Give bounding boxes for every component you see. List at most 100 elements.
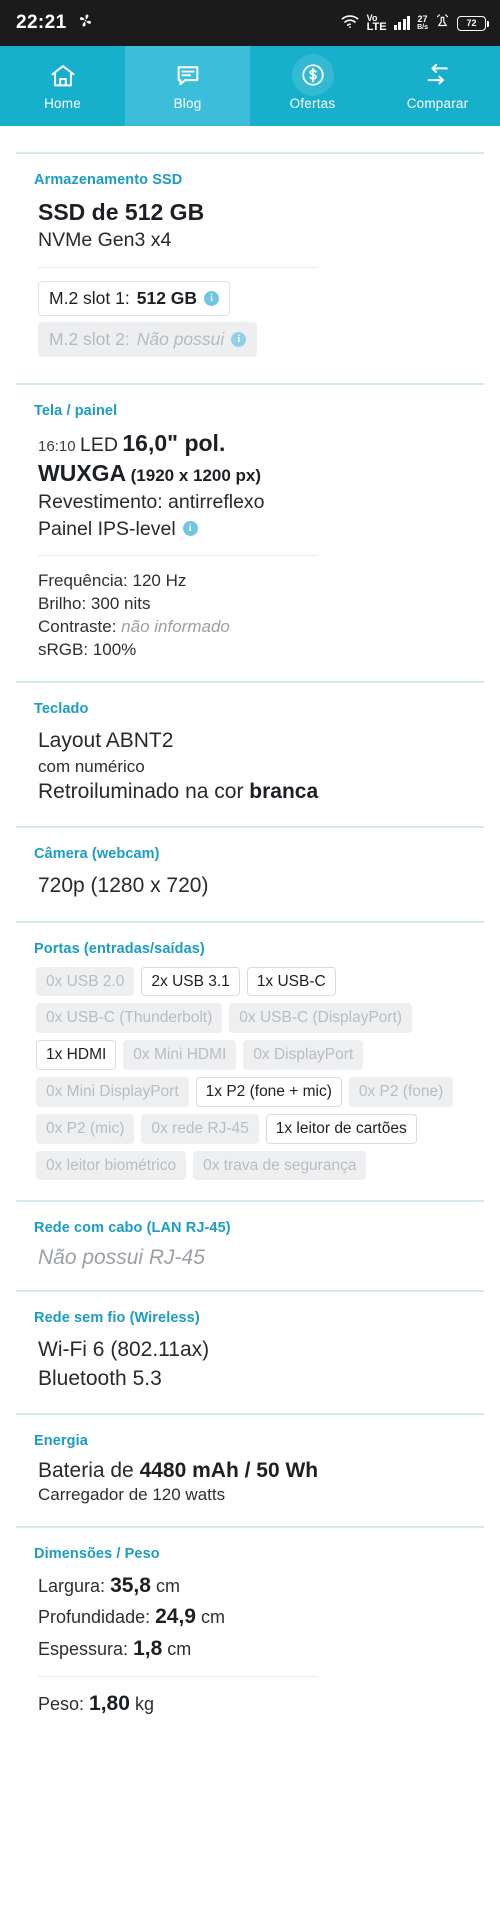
port-chip[interactable]: 1x leitor de cartões	[265, 1113, 417, 1144]
nav-item-home[interactable]: Home	[0, 46, 125, 126]
section-display: Tela / painel 16:10 LED 16,0" pol. WUXGA…	[0, 403, 500, 662]
port-chip[interactable]: 1x P2 (fone + mic)	[195, 1077, 342, 1107]
display-contrast-label: Contraste:	[38, 616, 117, 636]
port-chip[interactable]: 0x USB-C (Thunderbolt)	[36, 1003, 223, 1034]
compare-arrows-icon	[422, 61, 454, 91]
nav-label-blog: Blog	[173, 96, 202, 111]
section-camera: Câmera (webcam) 720p (1280 x 720)	[0, 846, 500, 900]
slot-2-value: Não possui	[136, 328, 225, 349]
width-label: Largura:	[38, 1575, 106, 1596]
depth-unit: cm	[201, 1607, 225, 1628]
storage-slot-1[interactable]: M.2 slot 1: 512 GB i	[38, 280, 231, 316]
home-icon	[48, 61, 78, 91]
section-power: Energia Bateria de 4480 mAh / 50 Wh Carr…	[0, 1433, 500, 1506]
port-chip[interactable]: 0x USB-C (DisplayPort)	[229, 1003, 413, 1034]
display-resolution-px: (1920 x 1200 px)	[130, 466, 262, 485]
section-ports: Portas (entradas/saídas) 0x USB 2.0 2x U…	[0, 941, 500, 1181]
section-title-wireless: Rede sem fio (Wireless)	[34, 1310, 200, 1327]
wifi-icon	[340, 13, 360, 34]
keyboard-backlight-prefix: Retroiluminado na cor	[38, 780, 244, 804]
port-chip[interactable]: 1x HDMI	[36, 1040, 117, 1071]
status-bar: 22:21 Vo LTE 27 B/s 72	[0, 0, 500, 46]
network-speed: 27 B/s	[417, 14, 428, 32]
wireless-bluetooth: Bluetooth 5.3	[38, 1366, 162, 1390]
dimension-thickness-row: Espessura: 1,8 cm	[38, 1635, 466, 1664]
power-battery-prefix: Bateria de	[38, 1458, 134, 1482]
nav-label-comparar: Comparar	[406, 96, 469, 111]
display-srgb: sRGB: 100%	[38, 640, 137, 660]
wireless-wifi: Wi-Fi 6 (802.11ax)	[38, 1338, 210, 1362]
port-chip[interactable]: 0x Mini DisplayPort	[36, 1077, 189, 1107]
status-bar-right: Vo LTE 27 B/s 72	[340, 13, 489, 34]
depth-label: Profundidade:	[38, 1607, 151, 1628]
weight-unit: kg	[134, 1694, 154, 1715]
port-chip[interactable]: 1x USB-C	[246, 966, 336, 997]
section-title-storage: Armazenamento SSD	[34, 172, 183, 188]
inner-divider	[38, 554, 318, 556]
storage-headline: SSD de 512 GB	[38, 199, 205, 225]
info-icon[interactable]: i	[182, 521, 198, 537]
keyboard-backlight-color: branca	[249, 780, 319, 804]
inner-divider	[38, 1676, 318, 1678]
display-coating: Revestimento: antirreflexo	[38, 491, 265, 514]
width-unit: cm	[155, 1575, 180, 1596]
section-title-display: Tela / painel	[34, 402, 118, 419]
power-charger: Carregador de 120 watts	[38, 1484, 226, 1504]
section-title-camera: Câmera (webcam)	[34, 846, 160, 863]
width-value: 35,8	[110, 1573, 151, 1597]
weight-label: Peso:	[38, 1694, 85, 1715]
weight-row: Peso: 1,80 kg	[38, 1690, 466, 1719]
port-chip[interactable]: 0x Mini HDMI	[123, 1040, 237, 1071]
weight-value: 1,80	[89, 1692, 130, 1716]
section-title-dimensions: Dimensões / Peso	[34, 1545, 160, 1562]
display-panel-row: Painel IPS-level i	[38, 516, 466, 542]
info-icon[interactable]: i	[204, 290, 220, 306]
display-panel: Painel IPS-level	[38, 517, 176, 540]
display-tech: LED	[80, 433, 118, 456]
clock: 22:21	[16, 12, 67, 33]
storage-slot-2[interactable]: M.2 slot 2: Não possui i	[38, 321, 258, 357]
keyboard-layout: Layout ABNT2	[38, 729, 174, 753]
section-title-ports: Portas (entradas/saídas)	[34, 940, 205, 957]
inner-divider	[38, 266, 318, 268]
port-chip[interactable]: 2x USB 3.1	[141, 966, 240, 997]
spec-list: Armazenamento SSD SSD de 512 GB NVMe Gen…	[0, 126, 500, 1730]
ports-chip-list: 0x USB 2.0 2x USB 3.1 1x USB-C 0x USB-C …	[34, 966, 466, 1181]
thickness-label: Espessura:	[38, 1638, 129, 1659]
nav-item-blog[interactable]: Blog	[125, 46, 250, 126]
nav-item-ofertas[interactable]: Ofertas	[250, 46, 375, 126]
port-chip[interactable]: 0x trava de segurança	[193, 1150, 367, 1181]
pinwheel-icon	[76, 11, 95, 35]
dimension-width-row: Largura: 35,8 cm	[38, 1572, 466, 1601]
slot-2-label: M.2 slot 2:	[49, 328, 130, 349]
section-lan: Rede com cabo (LAN RJ-45) Não possui RJ-…	[0, 1220, 500, 1270]
info-icon[interactable]: i	[231, 331, 247, 347]
port-chip[interactable]: 0x rede RJ-45	[141, 1113, 259, 1144]
slot-1-value: 512 GB	[136, 287, 198, 308]
keyboard-backlight-row: Retroiluminado na cor branca	[38, 778, 466, 806]
alarm-icon	[435, 13, 450, 33]
power-battery-row: Bateria de 4480 mAh / 50 Wh	[38, 1459, 466, 1483]
camera-value: 720p (1280 x 720)	[38, 874, 209, 898]
thickness-unit: cm	[167, 1638, 192, 1659]
port-chip[interactable]: 0x USB 2.0	[36, 966, 135, 997]
display-size: 16,0" pol.	[122, 429, 226, 456]
lan-value: Não possui RJ-45	[38, 1246, 205, 1270]
port-chip[interactable]: 0x P2 (mic)	[36, 1113, 135, 1144]
depth-value: 24,9	[155, 1605, 196, 1629]
port-chip[interactable]: 0x DisplayPort	[243, 1040, 364, 1071]
port-chip[interactable]: 0x P2 (fone)	[348, 1077, 454, 1107]
storage-subline: NVMe Gen3 x4	[38, 229, 172, 252]
nav-item-comparar[interactable]: Comparar	[375, 46, 500, 126]
keyboard-numeric: com numérico	[38, 757, 145, 777]
power-battery-value: 4480 mAh / 50 Wh	[139, 1458, 319, 1482]
section-storage: Armazenamento SSD SSD de 512 GB NVMe Gen…	[0, 172, 500, 363]
display-brightness: Brilho: 300 nits	[38, 593, 151, 613]
port-chip[interactable]: 0x leitor biométrico	[36, 1150, 187, 1181]
signal-bars-icon	[393, 16, 411, 30]
display-resolution-name: WUXGA	[38, 460, 127, 486]
status-bar-left: 22:21	[16, 11, 340, 35]
display-refresh: Frequência: 120 Hz	[38, 570, 187, 590]
display-ratio: 16:10	[38, 437, 76, 455]
nav-label-ofertas: Ofertas	[289, 96, 336, 111]
